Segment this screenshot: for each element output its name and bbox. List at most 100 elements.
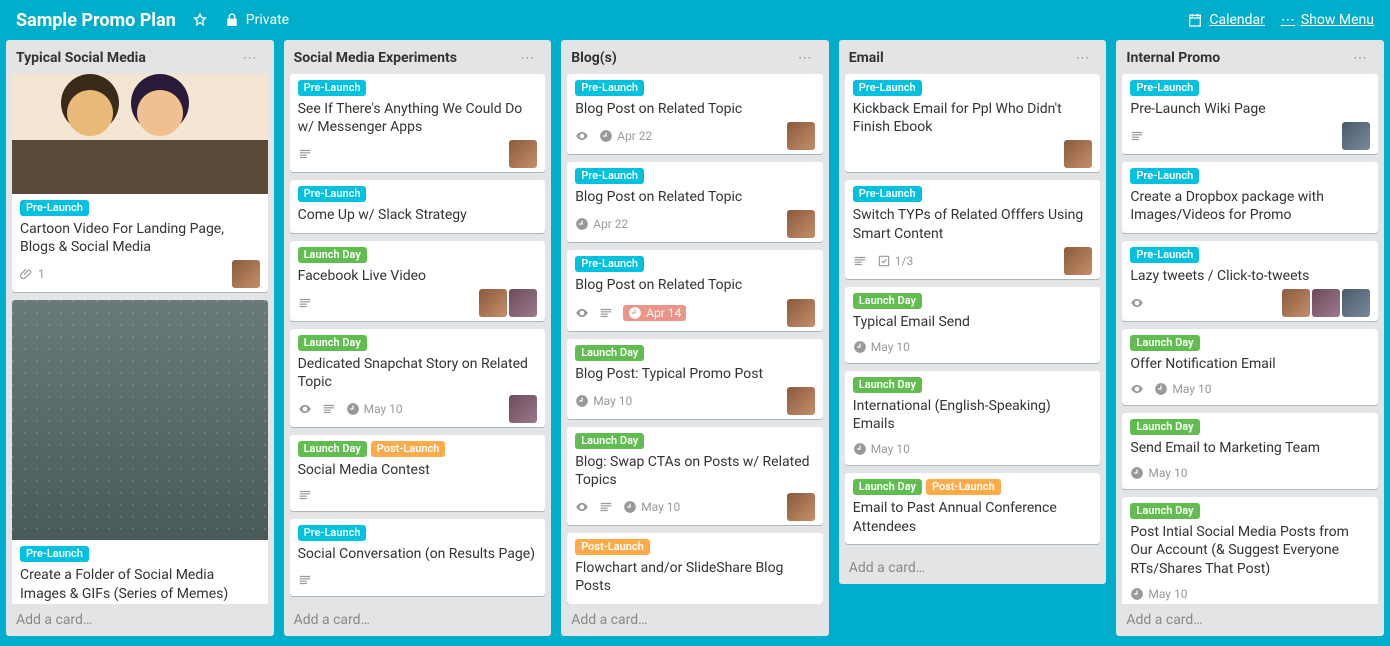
card-label[interactable]: Pre-Launch <box>575 80 644 96</box>
card[interactable]: Pre-Launch Pre-Launch Wiki Page <box>1122 74 1378 154</box>
list-menu-button[interactable]: ⋯ <box>1347 48 1374 68</box>
add-card-button[interactable]: Add a card… <box>561 604 829 636</box>
list-name[interactable]: Typical Social Media <box>16 50 237 66</box>
card-label[interactable]: Pre-Launch <box>575 256 644 272</box>
card-label[interactable]: Launch Day <box>298 247 367 263</box>
card-label[interactable]: Pre-Launch <box>298 80 367 96</box>
card[interactable]: Pre-Launch Kickback Email for Ppl Who Di… <box>845 74 1101 172</box>
card-label[interactable]: Launch Day <box>1130 419 1199 435</box>
calendar-button[interactable]: Calendar <box>1179 8 1273 32</box>
member-avatar[interactable] <box>1342 289 1370 317</box>
member-avatar[interactable] <box>1312 289 1340 317</box>
member-avatar[interactable] <box>509 289 537 317</box>
member-avatar[interactable] <box>479 289 507 317</box>
card[interactable]: Launch Day Facebook Live Video <box>290 241 546 321</box>
member-avatar[interactable] <box>1064 247 1092 275</box>
due-date-badge: Apr 14 <box>623 305 686 321</box>
card[interactable]: Pre-Launch Social Conversation (on Resul… <box>290 519 546 595</box>
desc-icon <box>298 488 312 502</box>
card-label[interactable]: Launch Day <box>1130 503 1199 519</box>
add-card-button[interactable]: Add a card… <box>839 552 1107 584</box>
card-label[interactable]: Pre-Launch <box>575 168 644 184</box>
card-label[interactable]: Launch Day <box>853 293 922 309</box>
card-label[interactable]: Launch Day <box>298 335 367 351</box>
card-label[interactable]: Pre-Launch <box>1130 168 1199 184</box>
star-icon <box>192 12 208 28</box>
card-label[interactable]: Pre-Launch <box>1130 80 1199 96</box>
card[interactable]: Pre-Launch Switch TYPs of Related Offfer… <box>845 180 1101 278</box>
card[interactable]: Launch Day Typical Email Send May 10 <box>845 287 1101 363</box>
card-title: Send Email to Marketing Team <box>1130 439 1370 457</box>
card-title: Blog Post: Typical Promo Post <box>575 365 815 383</box>
card[interactable]: Launch Day Dedicated Snapchat Story on R… <box>290 329 546 427</box>
member-avatar[interactable] <box>1064 140 1092 168</box>
member-avatar[interactable] <box>787 493 815 521</box>
add-card-button[interactable]: Add a card… <box>6 604 274 636</box>
card-label[interactable]: Pre-Launch <box>298 186 367 202</box>
card-label[interactable]: Launch Day <box>853 479 922 495</box>
list-name[interactable]: Email <box>849 50 1070 66</box>
card[interactable]: Launch Day Offer Notification Email May … <box>1122 329 1378 405</box>
board-title[interactable]: Sample Promo Plan <box>8 10 184 31</box>
member-avatar[interactable] <box>787 299 815 327</box>
list-menu-button[interactable]: ⋯ <box>792 48 819 68</box>
list-name[interactable]: Blog(s) <box>571 50 792 66</box>
show-menu-button[interactable]: ⋯ Show Menu <box>1273 8 1382 32</box>
list-menu-button[interactable]: ⋯ <box>237 48 264 68</box>
card-label[interactable]: Launch Day <box>298 441 367 457</box>
card-title: Cartoon Video For Landing Page, Blogs & … <box>20 220 260 256</box>
due-date-badge: May 10 <box>1154 382 1211 396</box>
card[interactable]: Pre-Launch Blog Post on Related Topic Ap… <box>567 250 823 330</box>
add-card-button[interactable]: Add a card… <box>1116 604 1384 636</box>
card[interactable]: Launch DayPost-Launch Social Media Conte… <box>290 435 546 511</box>
card-label[interactable]: Post-Launch <box>371 441 446 457</box>
card-label[interactable]: Pre-Launch <box>20 200 89 216</box>
member-avatar[interactable] <box>1282 289 1310 317</box>
list-name[interactable]: Internal Promo <box>1126 50 1347 66</box>
list-name[interactable]: Social Media Experiments <box>294 50 515 66</box>
member-avatar[interactable] <box>232 260 260 288</box>
card[interactable]: Pre-Launch Come Up w/ Slack Strategy <box>290 180 546 232</box>
card-title: International (English-Speaking) Emails <box>853 397 1093 433</box>
card[interactable]: Pre-Launch Blog Post on Related Topic Ap… <box>567 162 823 242</box>
card[interactable]: Post-Launch Flowchart and/or SlideShare … <box>567 533 823 603</box>
card-label[interactable]: Launch Day <box>1130 335 1199 351</box>
member-avatar[interactable] <box>509 395 537 423</box>
list-menu-button[interactable]: ⋯ <box>514 48 541 68</box>
card[interactable]: Pre-Launch Cartoon Video For Landing Pag… <box>12 74 268 292</box>
card[interactable]: Pre-Launch See If There's Anything We Co… <box>290 74 546 172</box>
card[interactable]: Launch DayPost-Launch Email to Past Annu… <box>845 473 1101 543</box>
star-button[interactable] <box>184 8 216 32</box>
card-label[interactable]: Pre-Launch <box>853 80 922 96</box>
card-label[interactable]: Pre-Launch <box>20 546 89 562</box>
list-menu-button[interactable]: ⋯ <box>1069 48 1096 68</box>
card-label[interactable]: Launch Day <box>575 433 644 449</box>
card-label[interactable]: Pre-Launch <box>298 525 367 541</box>
member-avatar[interactable] <box>1342 122 1370 150</box>
card[interactable]: Pre-Launch Create a Dropbox package with… <box>1122 162 1378 232</box>
card[interactable]: Launch Day International (English-Speaki… <box>845 371 1101 465</box>
card-label[interactable]: Pre-Launch <box>853 186 922 202</box>
card-label[interactable]: Launch Day <box>853 377 922 393</box>
member-avatar[interactable] <box>787 210 815 238</box>
clock-icon <box>1154 382 1168 396</box>
card[interactable]: Pre-Launch Blog Post on Related Topic Ap… <box>567 74 823 154</box>
card[interactable]: Launch Day Send Email to Marketing Team … <box>1122 413 1378 489</box>
member-avatar[interactable] <box>787 387 815 415</box>
card[interactable]: Launch Day Post Intial Social Media Post… <box>1122 497 1378 604</box>
member-avatar[interactable] <box>509 140 537 168</box>
card[interactable]: Pre-Launch Create a Folder of Social Med… <box>12 300 268 604</box>
card-label[interactable]: Pre-Launch <box>1130 247 1199 263</box>
due-date-badge: May 10 <box>853 340 910 354</box>
card-label[interactable]: Post-Launch <box>575 539 650 555</box>
add-card-button[interactable]: Add a card… <box>284 604 552 636</box>
member-avatar[interactable] <box>787 122 815 150</box>
board-header: Sample Promo Plan Private Calendar ⋯ Sho… <box>0 0 1390 40</box>
card-label[interactable]: Post-Launch <box>926 479 1001 495</box>
card[interactable]: Pre-Launch Lazy tweets / Click-to-tweets <box>1122 241 1378 321</box>
privacy-button[interactable]: Private <box>216 8 297 32</box>
board-canvas[interactable]: Typical Social Media ⋯ Pre-Launch Cartoo… <box>0 40 1390 638</box>
card[interactable]: Launch Day Blog: Swap CTAs on Posts w/ R… <box>567 427 823 525</box>
card[interactable]: Launch Day Blog Post: Typical Promo Post… <box>567 339 823 419</box>
card-label[interactable]: Launch Day <box>575 345 644 361</box>
